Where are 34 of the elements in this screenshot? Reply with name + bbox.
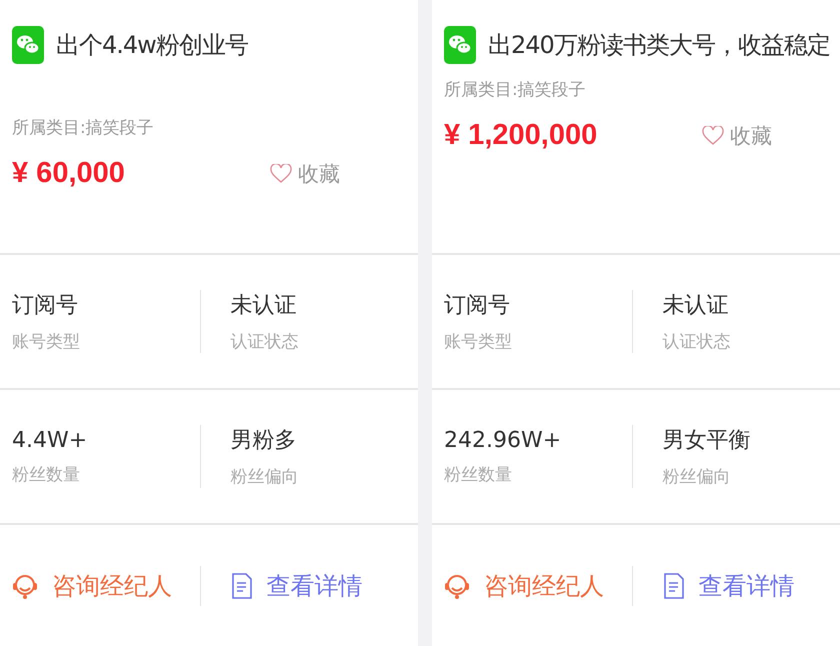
category-text: 所属类目:搞笑段子 xyxy=(12,117,155,139)
stat-label: 账号类型 xyxy=(444,331,513,353)
listing-title: 出240万粉读书类大号，收益稳定 xyxy=(488,30,830,61)
consult-agent-button[interactable]: 咨询经纪人 xyxy=(432,566,632,606)
stat-label: 账号类型 xyxy=(12,331,81,353)
stat-value: 男女平衡 xyxy=(662,427,752,455)
wechat-icon xyxy=(444,26,476,64)
stat-value: 4.4W+ xyxy=(12,428,88,452)
price: ¥ 1,200,000 xyxy=(444,119,598,152)
stat-value: 未认证 xyxy=(662,292,730,320)
category-text: 所属类目:搞笑段子 xyxy=(444,79,587,101)
stat-label: 认证状态 xyxy=(662,331,732,353)
stat-value: 男粉多 xyxy=(230,427,298,455)
document-icon xyxy=(230,572,252,600)
view-details-button[interactable]: 查看详情 xyxy=(632,566,840,606)
document-icon xyxy=(662,572,684,600)
stat-label: 粉丝偏向 xyxy=(662,466,732,488)
stat-label: 粉丝数量 xyxy=(12,464,81,486)
heart-icon xyxy=(270,164,292,184)
stat-label: 粉丝偏向 xyxy=(230,466,300,488)
view-details-button[interactable]: 查看详情 xyxy=(200,566,418,606)
heart-icon xyxy=(702,126,724,146)
stat-value: 订阅号 xyxy=(12,292,79,320)
stat-value: 242.96W+ xyxy=(444,428,562,452)
stat-label: 粉丝数量 xyxy=(444,464,513,486)
listing-title: 出个4.4w粉创业号 xyxy=(56,30,248,61)
favorite-button[interactable]: 收藏 xyxy=(702,122,772,150)
consult-agent-button[interactable]: 咨询经纪人 xyxy=(0,566,200,606)
stat-label: 认证状态 xyxy=(230,331,300,353)
price: ¥ 60,000 xyxy=(12,157,125,190)
wechat-icon xyxy=(12,26,44,64)
stat-value: 订阅号 xyxy=(444,292,511,320)
favorite-button[interactable]: 收藏 xyxy=(270,160,340,188)
stat-value: 未认证 xyxy=(230,292,298,320)
